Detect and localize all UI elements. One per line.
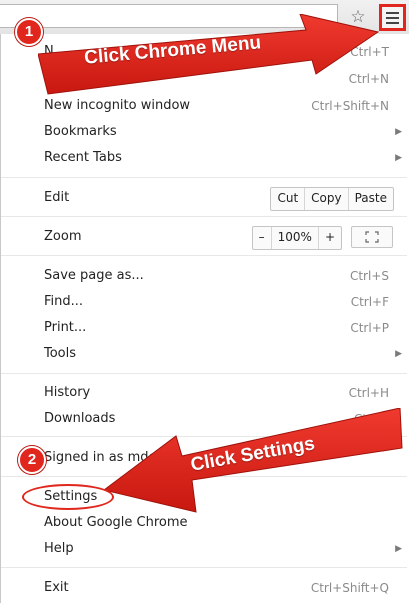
menu-item-label: Edit	[44, 190, 70, 205]
menu-separator	[1, 255, 407, 256]
menu-item-exit[interactable]: Exit Ctrl+Shift+Q	[44, 576, 391, 600]
shortcut-label: Ctrl+S	[349, 269, 389, 283]
submenu-arrow-icon: ▶	[395, 127, 402, 137]
menu-item-history[interactable]: History Ctrl+H	[44, 381, 391, 405]
menu-item-label: Bookmarks	[44, 124, 117, 139]
menu-item-print[interactable]: Print... Ctrl+P	[44, 316, 391, 340]
menu-separator	[1, 216, 407, 217]
menu-item-label: Help	[44, 541, 74, 556]
menu-item-zoom: Zoom – 100% +	[44, 225, 393, 250]
menu-item-recent-tabs[interactable]: Recent Tabs ▶	[44, 146, 402, 170]
menu-item-help[interactable]: Help ▶	[44, 537, 402, 561]
menu-item-save-page[interactable]: Save page as... Ctrl+S	[44, 264, 391, 288]
menu-item-tools[interactable]: Tools ▶	[44, 342, 402, 366]
menu-item-label: Save page as...	[44, 268, 144, 283]
menu-item-label: Find...	[44, 294, 84, 309]
submenu-arrow-icon: ▶	[395, 153, 402, 163]
shortcut-label: Ctrl+Shift+Q	[310, 581, 389, 595]
menu-item-find[interactable]: Find... Ctrl+F	[44, 290, 391, 314]
menu-item-label: Exit	[44, 580, 69, 595]
step1-badge: 1	[15, 18, 43, 46]
zoom-controls: – 100% +	[251, 226, 342, 250]
menu-item-bookmarks[interactable]: Bookmarks ▶	[44, 120, 402, 144]
shortcut-label: Ctrl+P	[350, 321, 389, 335]
shortcut-label: Ctrl+F	[350, 295, 389, 309]
shortcut-label: Ctrl+H	[348, 386, 389, 400]
menu-separator	[1, 567, 407, 568]
hamburger-menu-icon	[386, 12, 399, 27]
menu-item-label: Print...	[44, 320, 87, 335]
menu-separator	[1, 177, 407, 178]
fullscreen-icon	[365, 231, 379, 243]
cut-button[interactable]: Cut	[271, 188, 306, 210]
step2-badge: 2	[18, 446, 46, 474]
zoom-in-button[interactable]: +	[319, 227, 341, 249]
zoom-level: 100%	[272, 227, 319, 249]
zoom-out-button[interactable]: –	[253, 227, 272, 249]
submenu-arrow-icon: ▶	[395, 544, 402, 554]
copy-button[interactable]: Copy	[305, 188, 349, 210]
menu-item-label: About Google Chrome	[44, 515, 188, 530]
settings-highlight-circle	[22, 484, 114, 510]
menu-item-label: History	[44, 385, 91, 400]
fullscreen-button[interactable]	[351, 226, 393, 248]
chrome-menu-button[interactable]	[379, 4, 406, 31]
submenu-arrow-icon: ▶	[395, 349, 402, 359]
menu-item-edit: Edit Cut Copy Paste	[44, 186, 394, 211]
paste-button[interactable]: Paste	[349, 188, 393, 210]
menu-item-label: Tools	[44, 346, 77, 361]
menu-item-label: Recent Tabs	[44, 150, 122, 165]
menu-separator	[1, 373, 407, 374]
menu-item-label: Zoom	[44, 229, 82, 244]
edit-button-group: Cut Copy Paste	[270, 187, 394, 211]
